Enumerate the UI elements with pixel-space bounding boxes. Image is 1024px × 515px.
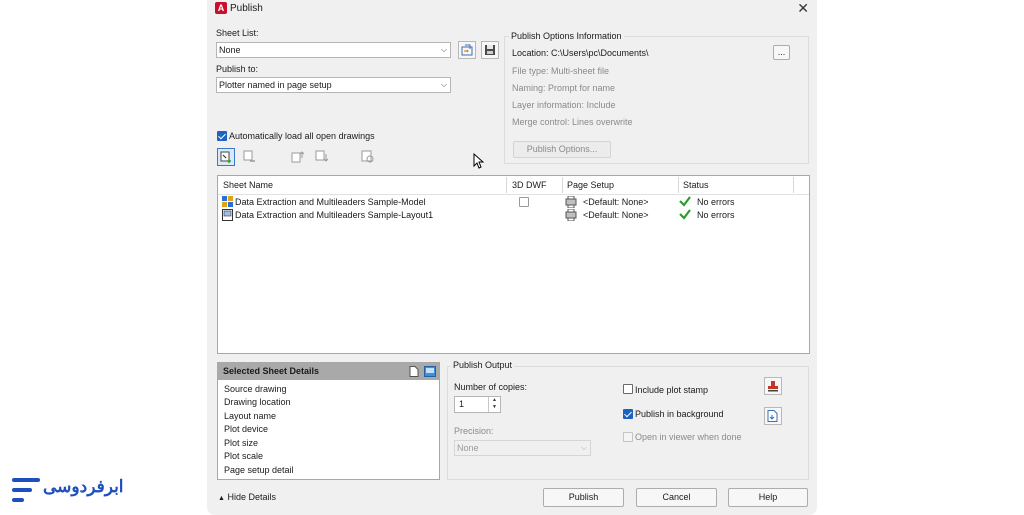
spin-up-icon[interactable]: ▲ (489, 397, 500, 404)
document-icon[interactable] (409, 366, 419, 379)
copies-value: 1 (459, 399, 465, 409)
precision-dropdown[interactable]: None ⌵ (454, 440, 591, 456)
selected-sheet-details-panel: Selected Sheet Details Source drawing Dr… (217, 362, 440, 480)
location-text: Location: C:\Users\pc\Documents\ (512, 48, 649, 58)
sheet-list-dropdown[interactable]: None ⌵ (216, 42, 451, 58)
detail-plot-device: Plot device (224, 424, 269, 434)
precision-label: Precision: (454, 426, 494, 436)
preview-icon[interactable] (361, 150, 375, 164)
open-in-viewer-checkbox[interactable] (623, 432, 633, 442)
check-icon (679, 195, 691, 209)
page-setup-cell[interactable]: <Default: None> (583, 197, 649, 207)
remove-sheets-icon[interactable] (243, 150, 257, 164)
open-in-viewer-label: Open in viewer when done (635, 432, 742, 442)
move-sheet-up-icon[interactable] (291, 150, 305, 164)
title-bar: A Publish ✕ (207, 0, 817, 18)
publish-in-background-label: Publish in background (635, 409, 724, 419)
chevron-up-icon: ▲ (218, 495, 225, 502)
column-header-sheet-name[interactable]: Sheet Name (223, 180, 273, 190)
chevron-down-icon: ⌵ (440, 80, 447, 89)
help-button[interactable]: Help (728, 488, 808, 507)
publish-to-dropdown[interactable]: Plotter named in page setup ⌵ (216, 77, 451, 93)
detail-plot-scale: Plot scale (224, 451, 264, 461)
chevron-down-icon: ⌵ (580, 443, 587, 452)
precision-value: None (457, 443, 479, 453)
stamp-icon (768, 381, 778, 392)
cancel-button[interactable]: Cancel (636, 488, 717, 507)
publish-to-value: Plotter named in page setup (219, 80, 332, 90)
sheet-list-table[interactable]: Sheet Name 3D DWF Page Setup Status Data… (217, 175, 810, 354)
brand-logo: ابرفردوسی (10, 473, 130, 507)
save-icon (485, 45, 495, 55)
model-sheet-icon (222, 196, 233, 209)
detail-plot-size: Plot size (224, 438, 259, 448)
window-title: Publish (230, 3, 263, 14)
background-settings-button[interactable] (764, 407, 782, 425)
layout-sheet-icon (222, 209, 233, 223)
auto-load-checkbox[interactable] (217, 131, 227, 141)
brand-logo-text: ابرفردوسی (43, 477, 124, 496)
save-sheet-list-button[interactable] (481, 41, 499, 59)
plot-stamp-checkbox[interactable] (623, 384, 633, 394)
autocad-app-icon: A (215, 2, 227, 14)
browse-location-button[interactable]: ... (773, 45, 790, 60)
page-setup-icon (565, 208, 577, 223)
details-title: Selected Sheet Details (223, 366, 320, 376)
move-sheet-down-icon[interactable] (315, 150, 329, 164)
sheet-name-cell[interactable]: Data Extraction and Multileaders Sample-… (235, 197, 426, 207)
sheet-list-value: None (219, 45, 241, 55)
publish-output-title: Publish Output (451, 360, 515, 370)
add-sheets-icon (220, 151, 231, 163)
load-sheet-list-button[interactable] (458, 41, 476, 59)
detail-layout-name: Layout name (224, 411, 277, 421)
spin-down-icon[interactable]: ▼ (489, 404, 500, 411)
sheet-list-label: Sheet List: (216, 28, 259, 38)
details-header: Selected Sheet Details (218, 363, 439, 380)
add-sheets-button[interactable] (217, 148, 235, 166)
close-icon[interactable]: ✕ (797, 1, 809, 15)
page-setup-cell[interactable]: <Default: None> (583, 210, 649, 220)
layer-info-text: Layer information: Include (512, 100, 616, 110)
publish-button[interactable]: Publish (543, 488, 624, 507)
detail-page-setup-detail: Page setup detail (224, 465, 294, 475)
status-cell: No errors (697, 210, 735, 220)
plot-stamp-label: Include plot stamp (635, 385, 709, 395)
hide-details-label: Hide Details (227, 492, 276, 502)
publish-to-label: Publish to: (216, 64, 259, 74)
publish-options-title: Publish Options Information (509, 31, 624, 41)
plot-stamp-settings-button[interactable] (764, 377, 782, 395)
chevron-down-icon: ⌵ (440, 45, 447, 54)
check-icon (679, 208, 691, 222)
3d-dwf-checkbox[interactable] (519, 197, 529, 207)
publish-dialog: A Publish ✕ Sheet List: None ⌵ Publish t… (207, 0, 817, 515)
detail-drawing-location: Drawing location (224, 397, 291, 407)
column-header-status[interactable]: Status (683, 180, 709, 190)
mouse-cursor-icon (473, 152, 485, 171)
copies-label: Number of copies: (454, 382, 528, 392)
auto-load-label: Automatically load all open drawings (229, 131, 375, 141)
hide-details-toggle[interactable]: ▲ Hide Details (218, 492, 276, 502)
page-setup-icon (565, 195, 577, 210)
folder-arrow-icon (461, 44, 473, 56)
status-cell: No errors (697, 197, 735, 207)
column-header-page-setup[interactable]: Page Setup (567, 180, 614, 190)
column-header-3d-dwf[interactable]: 3D DWF (512, 180, 547, 190)
publish-options-button[interactable]: Publish Options... (513, 141, 611, 158)
detail-source-drawing: Source drawing (224, 384, 287, 394)
sheet-name-cell[interactable]: Data Extraction and Multileaders Sample-… (235, 210, 433, 220)
naming-text: Naming: Prompt for name (512, 83, 616, 93)
publish-in-background-checkbox[interactable] (623, 409, 633, 419)
details-view-icon[interactable] (424, 366, 436, 379)
brand-logo-icon (12, 478, 40, 502)
file-type-text: File type: Multi-sheet file (512, 66, 610, 76)
merge-control-text: Merge control: Lines overwrite (512, 117, 633, 127)
document-arrow-icon (767, 410, 778, 422)
copies-spinner[interactable]: 1 ▲ ▼ (454, 396, 501, 413)
